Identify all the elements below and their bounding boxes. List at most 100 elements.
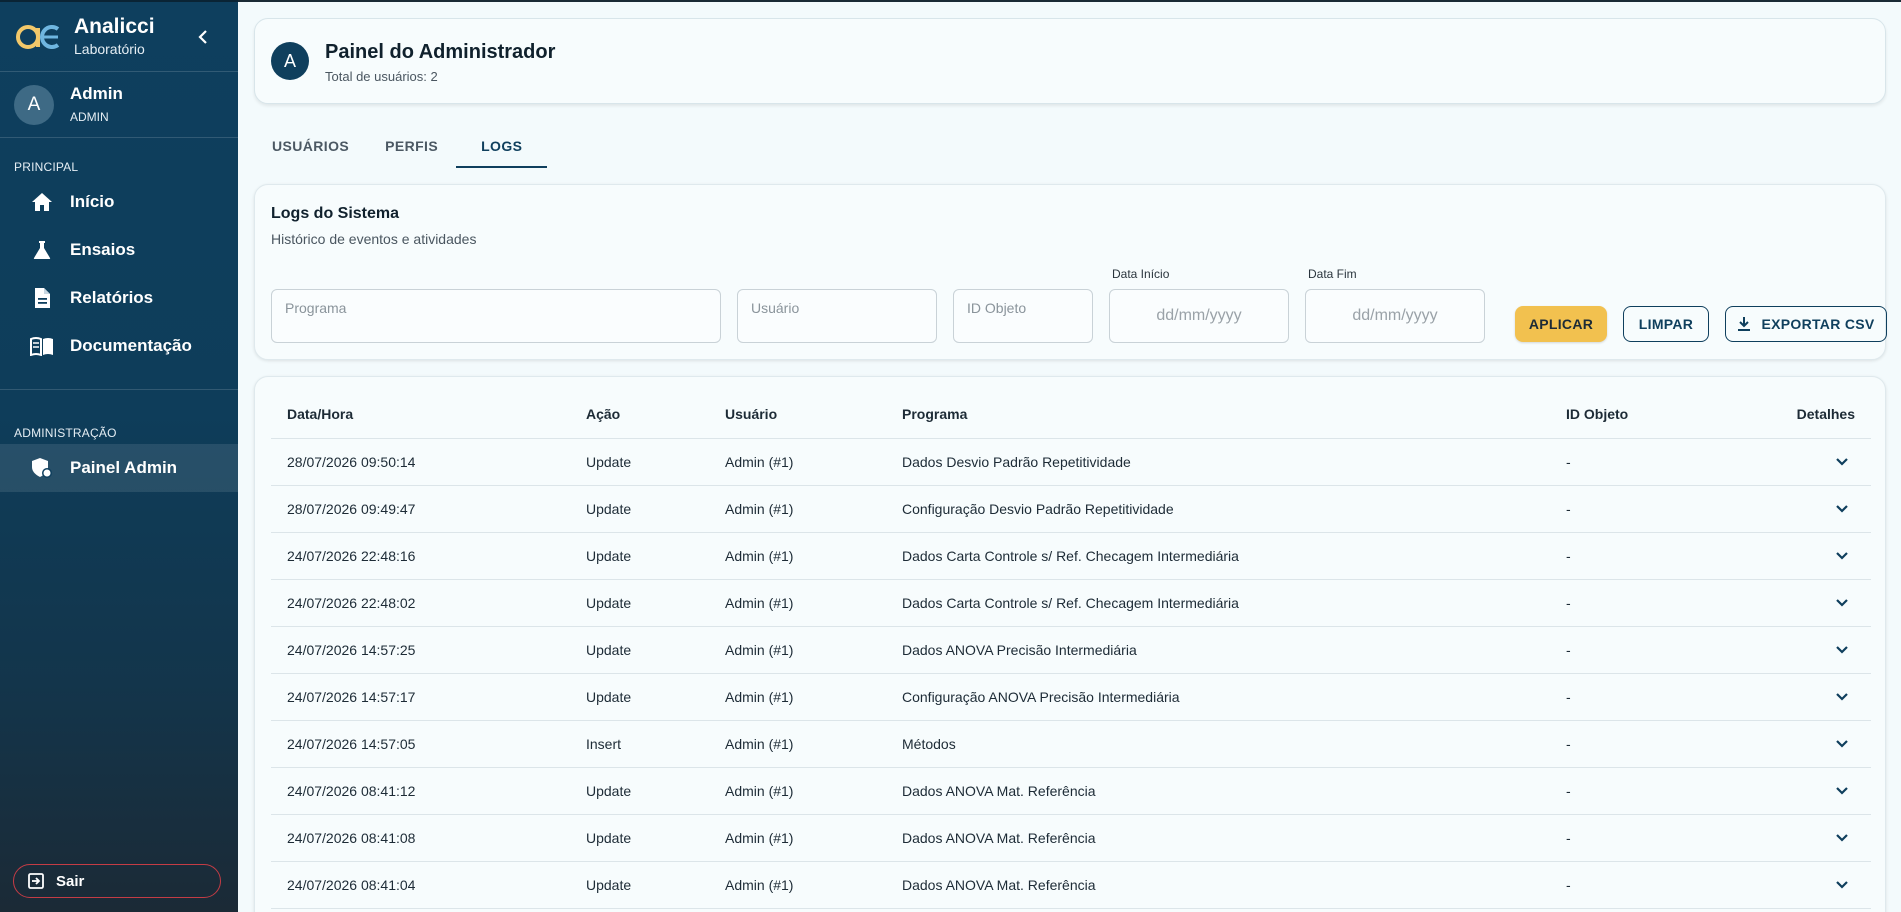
- table-cell: Métodos: [886, 720, 1550, 768]
- column-header: Programa: [886, 391, 1550, 439]
- chevron-down-icon[interactable]: [1835, 598, 1849, 608]
- table-cell: Update: [570, 626, 709, 674]
- sidebar: Analicci Laboratório A Admin ADMIN PRINC…: [0, 0, 238, 912]
- chevron-left-icon[interactable]: [194, 26, 212, 48]
- table-cell: Update: [570, 814, 709, 862]
- sidebar-item-label: Início: [70, 192, 115, 211]
- details-cell: [1771, 673, 1871, 721]
- table-row[interactable]: 24/07/2026 14:57:05 Insert Admin (#1) Métod…: [271, 720, 1871, 768]
- table-cell: Admin (#1): [709, 626, 886, 674]
- tab-perfis[interactable]: PERFIS: [367, 124, 456, 168]
- sidebar-item-inicio[interactable]: Início: [0, 178, 238, 226]
- clear-button[interactable]: LIMPAR: [1623, 306, 1709, 342]
- table-cell: Insert: [570, 720, 709, 768]
- page-subtitle: Total de usuários: 2: [325, 68, 438, 84]
- table-cell: Dados Carta Controle s/ Ref. Checagem In…: [886, 579, 1550, 627]
- data-fim-input[interactable]: dd/mm/yyyy: [1305, 289, 1485, 343]
- table-cell: Dados ANOVA Mat. Referência: [886, 814, 1550, 862]
- data-inicio-input[interactable]: dd/mm/yyyy: [1109, 289, 1289, 343]
- details-cell: [1771, 861, 1871, 909]
- sidebar-item-label: Relatórios: [70, 288, 154, 307]
- chevron-down-icon[interactable]: [1835, 645, 1849, 655]
- table-row[interactable]: 24/07/2026 14:57:25 Update Admin (#1) Dados…: [271, 626, 1871, 674]
- table-row[interactable]: 28/07/2026 09:49:47 Update Admin (#1) Confi…: [271, 485, 1871, 533]
- chevron-down-icon[interactable]: [1835, 833, 1849, 843]
- chevron-down-icon[interactable]: [1835, 551, 1849, 561]
- download-icon: [1737, 316, 1751, 332]
- brand-subtitle: Laboratório: [74, 40, 145, 57]
- chevron-down-icon[interactable]: [1835, 786, 1849, 796]
- sidebar-item-label: Documentação: [70, 336, 192, 355]
- table-cell: -: [1550, 673, 1771, 721]
- table-cell: Dados ANOVA Mat. Referência: [886, 767, 1550, 815]
- table-cell: Configuração ANOVA Precisão Intermediári…: [886, 673, 1550, 721]
- chevron-down-icon[interactable]: [1835, 457, 1849, 467]
- details-cell: [1771, 485, 1871, 533]
- table-cell: Admin (#1): [709, 438, 886, 486]
- sidebar-item-documentacao[interactable]: Documentação: [0, 322, 238, 370]
- details-cell: [1771, 532, 1871, 580]
- table-cell: Admin (#1): [709, 485, 886, 533]
- table-cell: -: [1550, 579, 1771, 627]
- book-icon: [30, 334, 54, 358]
- export-csv-button[interactable]: EXPORTAR CSV: [1725, 306, 1887, 342]
- table-cell: 24/07/2026 22:48:16: [271, 532, 570, 580]
- table-cell: 28/07/2026 09:49:47: [271, 485, 570, 533]
- flask-icon: [30, 238, 54, 262]
- analicci-logo: [16, 24, 60, 49]
- apply-button[interactable]: APLICAR: [1515, 306, 1607, 342]
- table-row[interactable]: 24/07/2026 22:48:16 Update Admin (#1) Dados…: [271, 532, 1871, 580]
- table-cell: -: [1550, 861, 1771, 909]
- section-label-principal: PRINCIPAL: [14, 160, 79, 174]
- data-inicio-label: Data Início: [1112, 267, 1170, 281]
- table-cell: 24/07/2026 08:41:12: [271, 767, 570, 815]
- usuario-input[interactable]: Usuário: [737, 289, 937, 343]
- table-row[interactable]: 24/07/2026 22:48:02 Update Admin (#1) Dados…: [271, 579, 1871, 627]
- table-row[interactable]: 24/07/2026 08:41:04 Update Admin (#1) Dados…: [271, 861, 1871, 909]
- table-cell: Update: [570, 485, 709, 533]
- table-row[interactable]: 24/07/2026 08:41:12 Update Admin (#1) Dados…: [271, 767, 1871, 815]
- table-cell: 24/07/2026 14:57:17: [271, 673, 570, 721]
- user-role: ADMIN: [70, 109, 109, 124]
- details-cell: [1771, 720, 1871, 768]
- table-cell: 24/07/2026 08:41:04: [271, 861, 570, 909]
- table-cell: Update: [570, 861, 709, 909]
- details-cell: [1771, 626, 1871, 674]
- id-objeto-input[interactable]: ID Objeto: [953, 289, 1093, 343]
- table-row[interactable]: 28/07/2026 09:50:14 Update Admin (#1) Dados…: [271, 438, 1871, 486]
- details-cell: [1771, 814, 1871, 862]
- table-cell: 24/07/2026 22:48:02: [271, 579, 570, 627]
- document-icon: [30, 286, 54, 310]
- table-cell: 24/07/2026 14:57:05: [271, 720, 570, 768]
- sidebar-item-painel-admin[interactable]: Painel Admin: [0, 444, 238, 492]
- table-row[interactable]: 24/07/2026 14:57:17 Update Admin (#1) Confi…: [271, 673, 1871, 721]
- chevron-down-icon[interactable]: [1835, 692, 1849, 702]
- tab-logs[interactable]: LOGS: [456, 124, 548, 168]
- main-content: A Painel do Administrador Total de usuár…: [238, 0, 1901, 912]
- logs-table: Data/Hora Ação Usuário Programa ID Objet…: [271, 391, 1871, 909]
- table-cell: Update: [570, 579, 709, 627]
- sidebar-item-relatorios[interactable]: Relatórios: [0, 274, 238, 322]
- logout-label: Sair: [56, 872, 85, 890]
- table-cell: 28/07/2026 09:50:14: [271, 438, 570, 486]
- table-cell: Dados Carta Controle s/ Ref. Checagem In…: [886, 532, 1550, 580]
- column-header: Data/Hora: [271, 391, 570, 439]
- data-fim-label: Data Fim: [1308, 267, 1357, 281]
- logout-button[interactable]: Sair: [13, 864, 221, 898]
- details-cell: [1771, 438, 1871, 486]
- tab-usuarios[interactable]: USUÁRIOS: [254, 124, 367, 168]
- table-cell: -: [1550, 485, 1771, 533]
- header-card: A Painel do Administrador Total de usuár…: [254, 18, 1886, 104]
- table-cell: Dados Desvio Padrão Repetitividade: [886, 438, 1550, 486]
- table-cell: -: [1550, 626, 1771, 674]
- chevron-down-icon[interactable]: [1835, 504, 1849, 514]
- logs-table-card: Data/Hora Ação Usuário Programa ID Objet…: [254, 376, 1886, 912]
- programa-input[interactable]: Programa: [271, 289, 721, 343]
- table-row[interactable]: 24/07/2026 08:41:08 Update Admin (#1) Dados…: [271, 814, 1871, 862]
- sidebar-item-ensaios[interactable]: Ensaios: [0, 226, 238, 274]
- chevron-down-icon[interactable]: [1835, 739, 1849, 749]
- chevron-down-icon[interactable]: [1835, 880, 1849, 890]
- table-cell: Update: [570, 438, 709, 486]
- filter-subtitle: Histórico de eventos e atividades: [271, 231, 477, 247]
- table-cell: Admin (#1): [709, 861, 886, 909]
